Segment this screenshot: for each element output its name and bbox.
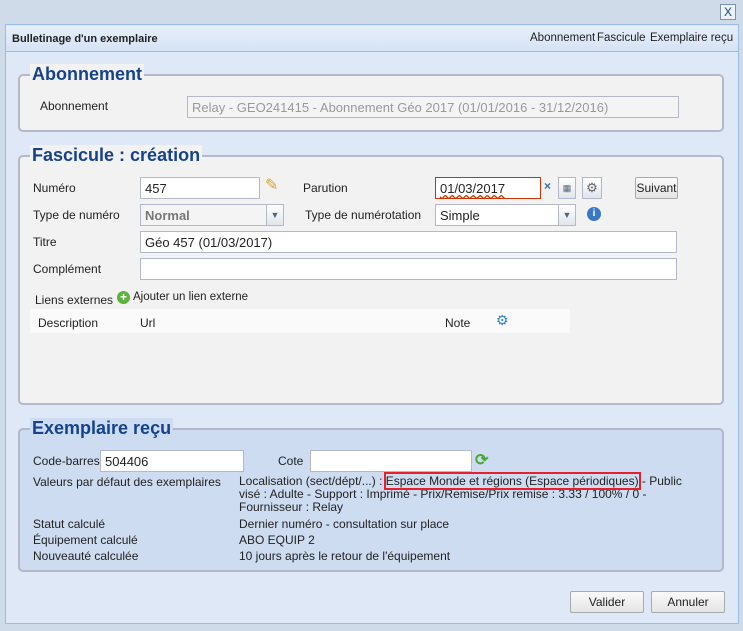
type-numero-select: Normal [140,204,268,226]
info-icon[interactable]: i [587,207,601,221]
parution-label: Parution [303,181,348,195]
statut-value: Dernier numéro - consultation sur place [239,517,450,531]
chevron-down-icon: ▼ [266,204,284,226]
section-title: Exemplaire reçu [30,418,174,439]
fascicule-section: Fascicule : création Numéro 457 ✎ Paruti… [18,145,724,405]
exemplaire-section: Exemplaire reçu Code-barres 504406 Cote … [18,418,724,572]
cote-label: Cote [278,454,304,468]
equipement-label: Équipement calculé [33,533,138,547]
section-title: Abonnement [30,64,144,85]
chevron-down-icon[interactable]: ▼ [558,204,576,226]
abonnement-label: Abonnement [40,99,109,113]
localisation-highlight: Espace Monde et régions (Espace périodiq… [383,472,641,490]
type-numerotation-label: Type de numérotation [305,208,422,222]
cancel-button[interactable]: Annuler [651,591,725,613]
columns-settings-icon[interactable]: ⚙ [496,312,509,329]
nav-exemplaire-recu[interactable]: Exemplaire reçu [650,32,733,44]
titre-label: Titre [33,235,57,249]
column-note: Note [445,316,471,330]
abonnement-field: Relay - GEO241415 - Abonnement Géo 2017 … [187,96,679,118]
column-description: Description [38,316,99,330]
nav-fascicule[interactable]: Fascicule [597,32,646,44]
column-url: Url [140,316,156,330]
dialog-title: Bulletinage d'un exemplaire [12,33,158,45]
complement-label: Complément [33,262,102,276]
numero-input[interactable]: 457 [140,177,260,199]
suivant-button[interactable]: Suivant [635,177,678,199]
add-icon[interactable]: + [117,291,130,304]
add-link-button[interactable]: Ajouter un lien externe [133,291,248,303]
links-table-header [30,309,570,333]
calendar-icon[interactable]: ▦ [558,177,576,199]
liens-externes-label: Liens externes [35,293,114,307]
complement-input[interactable] [140,258,677,280]
nouveaute-value: 10 jours après le retour de l'équipement [239,549,451,563]
validate-button[interactable]: Valider [570,591,644,613]
defaults-pre: Localisation (sect/dépt/...) : [239,474,386,488]
cote-input[interactable] [310,450,472,472]
codebarres-input[interactable]: 504406 [100,450,244,472]
defaults-value: Localisation (sect/dépt/...) : Espace Mo… [239,472,689,514]
section-title: Fascicule : création [30,145,203,166]
defaults-label: Valeurs par défaut des exemplaires [33,475,221,489]
numero-label: Numéro [33,181,76,195]
nouveaute-label: Nouveauté calculée [33,549,139,563]
type-numero-label: Type de numéro [33,208,120,222]
close-button[interactable]: X [720,4,736,20]
codebarres-label: Code-barres [33,454,100,468]
nav-abonnement[interactable]: Abonnement [530,32,595,44]
abonnement-section: Abonnement Abonnement Relay - GEO241415 … [18,64,724,132]
statut-label: Statut calculé [33,517,106,531]
equipement-value: ABO EQUIP 2 [239,533,315,547]
gear-icon[interactable]: ⚙ [582,177,602,199]
refresh-icon[interactable]: ⟳ [475,450,488,470]
pencil-icon[interactable]: ✎ [265,175,278,195]
parution-input[interactable]: 01/03/2017 [435,177,541,199]
type-numerotation-select[interactable]: Simple [435,204,559,226]
titre-input[interactable]: Géo 457 (01/03/2017) [140,231,677,253]
clear-date-icon[interactable]: × [544,179,551,193]
